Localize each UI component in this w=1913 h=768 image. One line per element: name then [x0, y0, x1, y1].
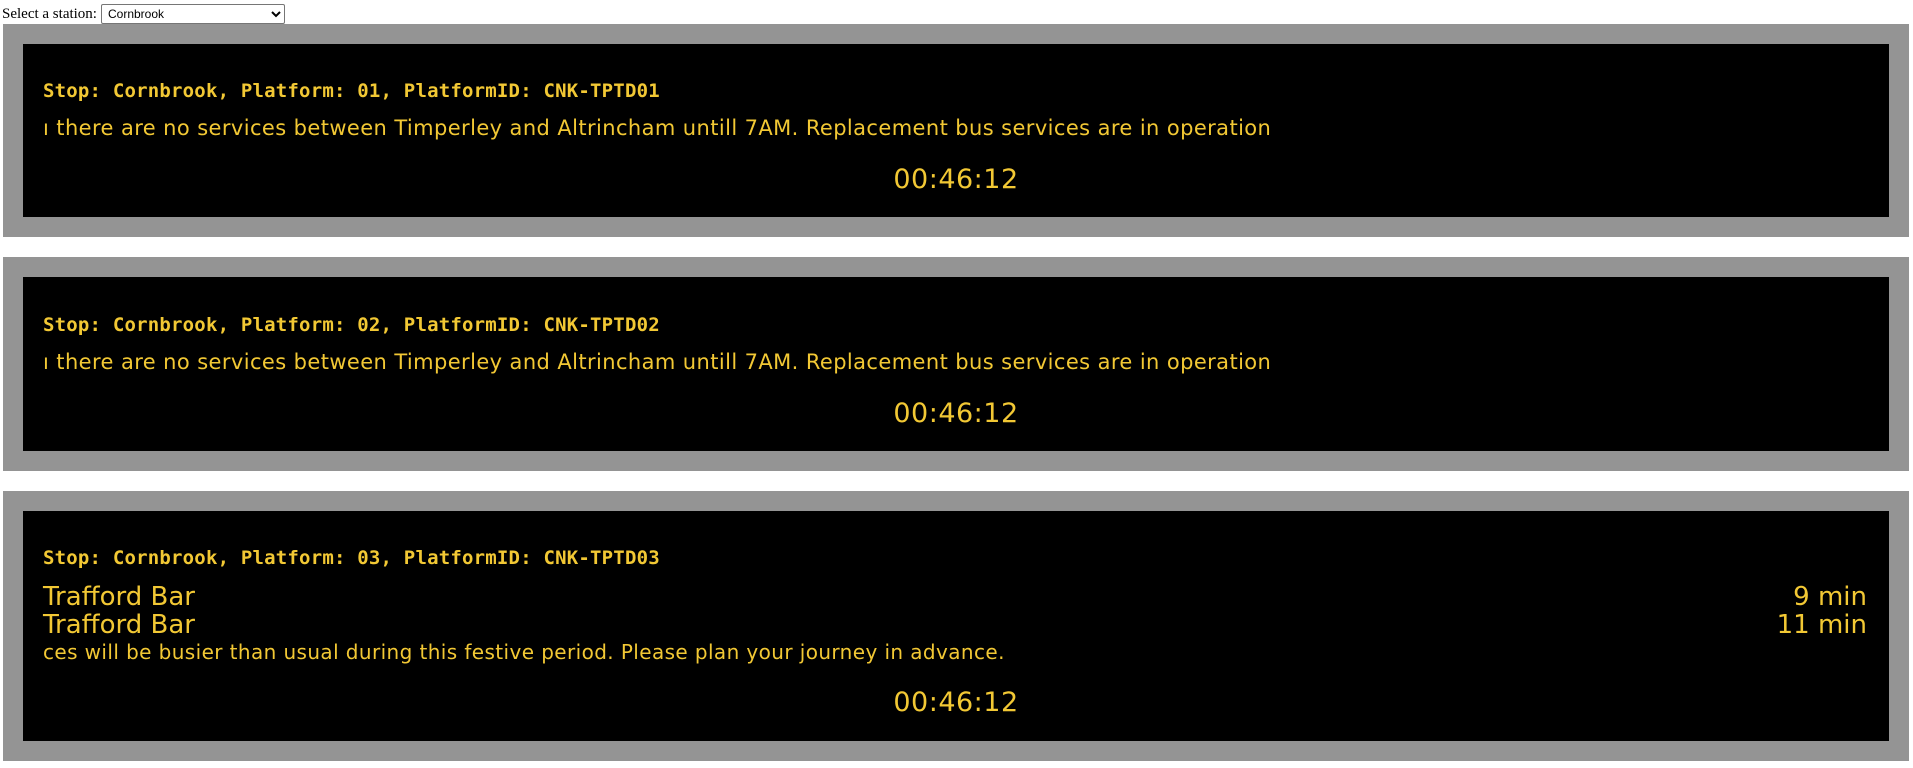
station-select-label: Select a station:: [2, 5, 97, 22]
platform-board-02-frame: Stop: Cornbrook, Platform: 02, PlatformI…: [3, 257, 1909, 471]
platform-board-02: Stop: Cornbrook, Platform: 02, PlatformI…: [23, 277, 1889, 451]
board-clock: 00:46:12: [893, 398, 1019, 429]
stop-platform-line: Stop: Cornbrook, Platform: 01, PlatformI…: [43, 80, 660, 102]
stop-platform-line: Stop: Cornbrook, Platform: 02, PlatformI…: [43, 314, 660, 336]
platform-board-03: Stop: Cornbrook, Platform: 03, PlatformI…: [23, 511, 1889, 741]
board-clock: 00:46:12: [893, 164, 1019, 195]
departure-wait-time: 9 min: [1793, 582, 1867, 612]
platform-board-01: Stop: Cornbrook, Platform: 01, PlatformI…: [23, 44, 1889, 217]
departure-wait-time: 11 min: [1776, 610, 1867, 640]
platform-board-03-frame: Stop: Cornbrook, Platform: 03, PlatformI…: [3, 491, 1909, 761]
station-selector: Select a station: Cornbrook: [2, 4, 285, 24]
departure-destination: Trafford Bar: [43, 610, 195, 640]
scrolling-message: ı there are no services between Timperle…: [43, 116, 1272, 140]
scrolling-message: ı there are no services between Timperle…: [43, 350, 1272, 374]
stop-platform-line: Stop: Cornbrook, Platform: 03, PlatformI…: [43, 547, 660, 569]
scrolling-message: ces will be busier than usual during thi…: [43, 640, 1005, 664]
departure-row: Trafford Bar 9 min: [43, 582, 1867, 612]
platform-board-01-frame: Stop: Cornbrook, Platform: 01, PlatformI…: [3, 24, 1909, 237]
departure-row: Trafford Bar 11 min: [43, 610, 1867, 640]
station-select[interactable]: Cornbrook: [100, 4, 285, 24]
departure-destination: Trafford Bar: [43, 582, 195, 612]
board-clock: 00:46:12: [893, 687, 1019, 718]
